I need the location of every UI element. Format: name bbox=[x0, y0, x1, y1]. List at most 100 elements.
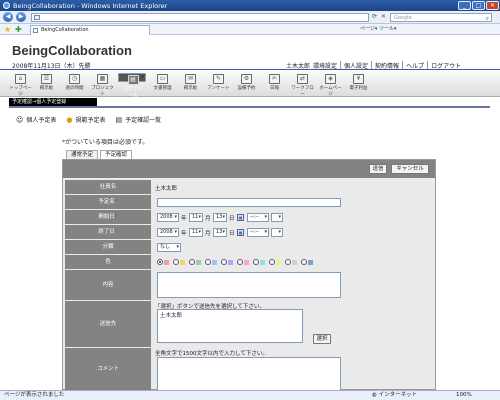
title-input[interactable] bbox=[157, 198, 341, 207]
color-option[interactable] bbox=[269, 259, 281, 265]
color-swatch bbox=[308, 259, 313, 265]
refresh-icon[interactable]: ⟳ bbox=[372, 13, 377, 20]
nav-item[interactable]: ⇄ ワークフロー bbox=[290, 73, 315, 97]
color-swatch bbox=[260, 259, 265, 265]
maximize-button[interactable]: □ bbox=[472, 1, 485, 10]
color-option[interactable] bbox=[237, 259, 249, 265]
start-month-select[interactable]: 11 bbox=[189, 213, 203, 222]
radio-icon[interactable] bbox=[269, 259, 275, 265]
radio-icon[interactable] bbox=[189, 259, 195, 265]
nav-item[interactable]: ¥ 電子利益 bbox=[346, 73, 371, 95]
subnav-confirm-list[interactable]: ▤ 予定確認一覧 bbox=[115, 115, 161, 125]
start-day-select[interactable]: 13 bbox=[213, 213, 227, 222]
nav-item-schedule[interactable]: ▤ スケジュール bbox=[118, 73, 146, 99]
comment-hint: 全角文字で1500文字以内で入力して下さい。 bbox=[155, 351, 268, 357]
end-minute-select[interactable] bbox=[271, 228, 283, 237]
toolbar-menus[interactable]: ページ▾ ツール▾ bbox=[360, 25, 397, 34]
search-input[interactable]: Google ⌕ bbox=[390, 13, 492, 22]
calendar-icon[interactable]: ▦ bbox=[237, 229, 244, 236]
color-option[interactable] bbox=[189, 259, 201, 265]
start-minute-select[interactable] bbox=[271, 213, 283, 222]
zoom-level[interactable]: 100% bbox=[456, 391, 472, 400]
nav-item[interactable]: ☰ 掲示板 bbox=[34, 73, 59, 95]
color-option[interactable] bbox=[157, 259, 169, 265]
header-divider bbox=[0, 69, 500, 70]
calendar-icon: ▤ bbox=[127, 75, 139, 85]
color-option[interactable] bbox=[301, 259, 313, 265]
forward-icon[interactable]: ▶ bbox=[16, 12, 26, 22]
label-employee: 社員名 bbox=[65, 180, 151, 194]
nav-item[interactable]: ⌂ トップページ bbox=[8, 73, 33, 97]
back-icon[interactable]: ◀ bbox=[3, 12, 13, 22]
category-select[interactable]: なし bbox=[157, 243, 181, 252]
color-options bbox=[157, 259, 313, 265]
url-field[interactable] bbox=[31, 13, 369, 22]
color-option[interactable] bbox=[173, 259, 185, 265]
color-swatch bbox=[196, 259, 201, 265]
end-month-select[interactable]: 11 bbox=[189, 228, 203, 237]
app-brand: BeingCollaboration bbox=[12, 43, 132, 58]
nav-item[interactable]: ◷ 週の時間 bbox=[62, 73, 87, 95]
calendar-icon[interactable]: ▦ bbox=[237, 214, 244, 221]
person-icon: ☺ bbox=[16, 115, 24, 124]
nav-item[interactable]: ✎ アンケート bbox=[206, 73, 231, 95]
color-option[interactable] bbox=[253, 259, 265, 265]
address-bar: ◀ ▶ ⟳ ✕ Google ⌕ bbox=[0, 11, 500, 24]
close-button[interactable]: ✕ bbox=[486, 1, 499, 10]
list-icon: ▤ bbox=[115, 115, 123, 124]
radio-icon[interactable] bbox=[253, 259, 259, 265]
send-button[interactable]: 送信 bbox=[369, 164, 387, 174]
color-option[interactable] bbox=[285, 259, 297, 265]
radio-icon[interactable] bbox=[173, 259, 179, 265]
color-option[interactable] bbox=[205, 259, 217, 265]
label-comment: コメント bbox=[65, 348, 151, 390]
radio-icon[interactable] bbox=[221, 259, 227, 265]
start-time-select[interactable]: --:-- bbox=[247, 213, 269, 222]
radio-icon[interactable] bbox=[205, 259, 211, 265]
unit-day: 日 bbox=[229, 231, 235, 237]
nav-item[interactable]: ✍ 日報 bbox=[262, 73, 287, 95]
label-title: 予定名* bbox=[65, 195, 151, 209]
radio-icon[interactable] bbox=[301, 259, 307, 265]
search-icon[interactable]: ⌕ bbox=[486, 15, 489, 23]
nav-item[interactable]: ▭ 文書管理 bbox=[150, 73, 175, 95]
label-destination: 送信先 bbox=[65, 301, 151, 347]
unit-day: 日 bbox=[229, 216, 235, 222]
select-button[interactable]: 選択 bbox=[313, 334, 331, 344]
cancel-button[interactable]: キャンセル bbox=[391, 164, 429, 174]
minimize-button[interactable]: _ bbox=[458, 1, 471, 10]
main-nav: ⌂トップページ ☰掲示板 ◷週の時間 ▦プロジェクト ▤スケジュール ▭文書管理… bbox=[0, 71, 500, 99]
nav-item[interactable]: ⚙ 設備予約 bbox=[234, 73, 259, 95]
ie-logo-icon bbox=[3, 2, 10, 9]
stop-icon[interactable]: ✕ bbox=[381, 13, 386, 20]
end-year-select[interactable]: 2008 bbox=[157, 228, 179, 237]
comment-textarea[interactable] bbox=[157, 357, 341, 390]
home-icon: ⌂ bbox=[15, 74, 26, 84]
start-year-select[interactable]: 2008 bbox=[157, 213, 179, 222]
end-time-select[interactable]: --:-- bbox=[247, 228, 269, 237]
document-icon: ▭ bbox=[157, 74, 168, 84]
favorites-star-icon[interactable]: ★ bbox=[4, 24, 11, 35]
employee-name: 土木太郎 bbox=[155, 186, 178, 192]
status-bar: ページが表示されました ◍ インターネット 100% bbox=[0, 390, 500, 400]
subnav-standard[interactable]: ● 規範予定表 bbox=[66, 115, 105, 125]
subnav-personal[interactable]: ☺ 個人予定表 bbox=[16, 115, 56, 125]
end-day-select[interactable]: 13 bbox=[213, 228, 227, 237]
radio-icon[interactable] bbox=[285, 259, 291, 265]
nav-item[interactable]: ✉ 掲示板 bbox=[178, 73, 203, 95]
color-swatch bbox=[276, 259, 281, 265]
schedule-form: 送信 キャンセル 社員名 土木太郎 予定名* 開始日* 2008 年 11 月 … bbox=[62, 159, 436, 390]
browser-tab[interactable]: BeingCollaboration bbox=[30, 25, 150, 35]
content-textarea[interactable] bbox=[157, 272, 341, 298]
nav-item[interactable]: ◈ ホームページ bbox=[318, 73, 343, 97]
color-option[interactable] bbox=[221, 259, 233, 265]
radio-icon[interactable] bbox=[157, 259, 163, 265]
unit-year: 年 bbox=[181, 231, 187, 237]
homepage-icon: ◈ bbox=[325, 74, 336, 84]
nav-item[interactable]: ▦ プロジェクト bbox=[90, 73, 115, 97]
favorites-bar: ★ ✚ BeingCollaboration ページ▾ ツール▾ bbox=[0, 24, 500, 35]
section-title: 予定確認→個人予定登録 bbox=[9, 98, 97, 106]
radio-icon[interactable] bbox=[237, 259, 243, 265]
add-favorite-icon[interactable]: ✚ bbox=[15, 24, 22, 35]
destination-list[interactable]: 土木太郎 bbox=[157, 309, 303, 343]
